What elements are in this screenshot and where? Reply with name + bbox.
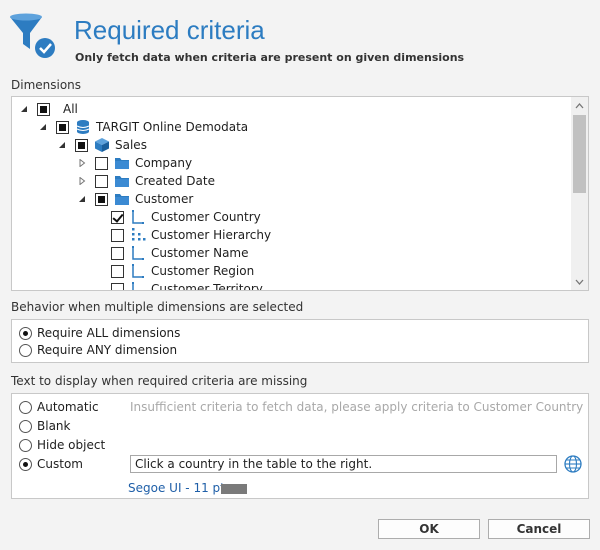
tree-row-sales[interactable]: Sales — [57, 136, 147, 154]
scrollbar-thumb[interactable] — [573, 115, 586, 193]
font-settings-link[interactable]: Segoe UI - 11 pt — [128, 481, 225, 495]
radio-button[interactable] — [19, 343, 32, 357]
expanded-arrow-icon[interactable] — [77, 195, 86, 204]
ok-button[interactable]: OK — [378, 519, 480, 539]
checkbox[interactable] — [95, 174, 108, 188]
radio-label: Hide object — [37, 438, 106, 452]
checkbox[interactable] — [56, 120, 69, 134]
dialog-title: Required criteria — [74, 15, 265, 45]
tree-row-customer-region[interactable]: Customer Region — [111, 262, 254, 280]
tree-row-customer-country[interactable]: Customer Country — [111, 208, 261, 226]
tree-row-all[interactable]: All — [19, 100, 78, 118]
radio-label: Automatic — [37, 400, 99, 414]
radio-label: Require ALL dimensions — [37, 326, 181, 340]
cube-icon — [94, 137, 110, 153]
missing-text-group: Automatic Insufficient criteria to fetch… — [11, 393, 589, 499]
tree-label: Customer Region — [151, 264, 255, 278]
folder-icon — [114, 173, 130, 189]
automatic-hint-text: Insufficient criteria to fetch data, ple… — [130, 400, 584, 414]
tree-label: Sales — [115, 138, 147, 152]
custom-text-input[interactable] — [130, 455, 557, 473]
checkbox[interactable] — [111, 210, 124, 224]
tree-label: Customer Hierarchy — [151, 228, 272, 242]
scroll-up-icon[interactable] — [571, 97, 588, 114]
radio-require-all[interactable]: Require ALL dimensions — [19, 326, 180, 340]
globe-icon[interactable] — [563, 454, 583, 474]
tree-label: Created Date — [135, 174, 215, 188]
checkbox[interactable] — [37, 102, 50, 116]
radio-label: Custom — [37, 457, 83, 471]
checkbox[interactable] — [111, 228, 124, 242]
tree-row-customer-name[interactable]: Customer Name — [111, 244, 249, 262]
behavior-group: Require ALL dimensions Require ANY dimen… — [11, 319, 589, 363]
radio-label: Require ANY dimension — [37, 343, 178, 357]
radio-button[interactable] — [19, 438, 32, 452]
font-color-swatch[interactable] — [221, 484, 247, 494]
tree-label: Company — [135, 156, 193, 170]
tree-row-customer[interactable]: Customer — [77, 190, 193, 208]
level-icon — [130, 263, 146, 279]
tree-scrollbar[interactable] — [571, 97, 588, 290]
level-icon — [130, 281, 146, 290]
checkbox[interactable] — [111, 282, 124, 290]
dimensions-label: Dimensions — [11, 78, 82, 92]
tree-label: Customer Name — [151, 246, 249, 260]
checkbox[interactable] — [95, 192, 108, 206]
expanded-arrow-icon[interactable] — [19, 105, 28, 114]
checkbox[interactable] — [75, 138, 88, 152]
folder-icon — [114, 155, 130, 171]
radio-blank[interactable]: Blank — [19, 419, 70, 433]
tree-label: Customer — [135, 192, 194, 206]
missing-text-label: Text to display when required criteria a… — [11, 374, 308, 388]
radio-require-any[interactable]: Require ANY dimension — [19, 343, 177, 357]
expanded-arrow-icon[interactable] — [38, 123, 47, 132]
radio-hide-object[interactable]: Hide object — [19, 438, 105, 452]
collapsed-arrow-icon[interactable] — [77, 159, 86, 168]
collapsed-arrow-icon[interactable] — [77, 177, 86, 186]
checkbox[interactable] — [111, 264, 124, 278]
tree-label: Customer Territory — [151, 282, 263, 290]
behavior-label: Behavior when multiple dimensions are se… — [11, 300, 304, 314]
tree-row-customer-hierarchy[interactable]: Customer Hierarchy — [111, 226, 271, 244]
radio-button[interactable] — [19, 326, 32, 340]
radio-button[interactable] — [19, 400, 32, 414]
folder-icon — [114, 191, 130, 207]
level-icon — [130, 209, 146, 225]
expanded-arrow-icon[interactable] — [57, 141, 66, 150]
radio-button[interactable] — [19, 457, 32, 471]
hierarchy-icon — [130, 227, 146, 243]
radio-automatic[interactable]: Automatic — [19, 400, 99, 414]
tree-row-datasource[interactable]: TARGIT Online Demodata — [38, 118, 248, 136]
radio-custom[interactable]: Custom — [19, 457, 83, 471]
checkbox[interactable] — [111, 246, 124, 260]
database-icon — [75, 119, 91, 135]
radio-label: Blank — [37, 419, 71, 433]
level-icon — [130, 245, 146, 261]
tree-label: Customer Country — [151, 210, 261, 224]
dialog-subtitle: Only fetch data when criteria are presen… — [75, 51, 465, 64]
dimensions-tree[interactable]: All TARGIT Online Demodata Sales Company — [11, 96, 589, 291]
filter-check-icon — [8, 11, 60, 63]
tree-label: TARGIT Online Demodata — [96, 120, 249, 134]
tree-row-customer-territory[interactable]: Customer Territory — [111, 280, 263, 290]
tree-row-created-date[interactable]: Created Date — [77, 172, 215, 190]
tree-label: All — [63, 102, 78, 116]
cancel-button[interactable]: Cancel — [488, 519, 590, 539]
checkbox[interactable] — [95, 156, 108, 170]
scroll-down-icon[interactable] — [571, 273, 588, 290]
tree-row-company[interactable]: Company — [77, 154, 192, 172]
radio-button[interactable] — [19, 419, 32, 433]
